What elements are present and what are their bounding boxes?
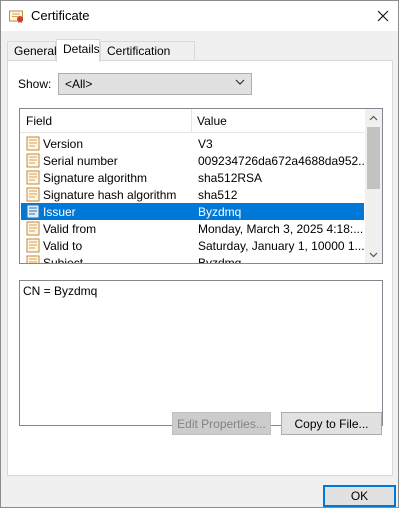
- field-value: Saturday, January 1, 10000 1...: [198, 239, 364, 253]
- column-value-header[interactable]: Value: [197, 114, 227, 128]
- list-item[interactable]: Subject Byzdmq: [21, 254, 364, 264]
- field-name: Subject: [43, 256, 84, 264]
- tab-certification-path[interactable]: Certification Path: [100, 41, 195, 72]
- field-value: 009234726da672a4688da952...: [198, 154, 364, 168]
- list-item[interactable]: Version V3: [21, 135, 364, 152]
- field-icon: [26, 238, 40, 253]
- field-name: Issuer: [43, 205, 76, 219]
- column-separator[interactable]: [191, 109, 192, 133]
- list-item-selected[interactable]: Issuer Byzdmq: [21, 203, 364, 220]
- scroll-thumb[interactable]: [367, 127, 380, 189]
- chevron-down-icon: [369, 252, 378, 257]
- tab-details[interactable]: Details: [56, 39, 100, 62]
- list-item[interactable]: Signature algorithm sha512RSA: [21, 169, 364, 186]
- field-value: Byzdmq: [198, 256, 242, 264]
- fields-listview[interactable]: Field Value Version V3 Serial number 009…: [19, 108, 383, 264]
- chevron-down-icon: [235, 79, 245, 85]
- list-item[interactable]: Signature hash algorithm sha512: [21, 186, 364, 203]
- list-item[interactable]: Valid from Monday, March 3, 2025 4:18:..…: [21, 220, 364, 237]
- vertical-scrollbar[interactable]: [365, 109, 382, 263]
- column-field-header[interactable]: Field: [26, 114, 52, 128]
- field-value: sha512: [198, 188, 238, 202]
- field-value-textbox[interactable]: CN = Byzdmq: [19, 280, 383, 426]
- window-title: Certificate: [31, 8, 90, 23]
- show-label: Show:: [18, 77, 52, 91]
- tab-general[interactable]: General: [7, 41, 57, 61]
- field-name: Signature algorithm: [43, 171, 148, 185]
- field-icon: [26, 187, 40, 202]
- details-panel: Show: <All> Field Value Version V3 Seria…: [7, 60, 393, 476]
- show-dropdown[interactable]: <All>: [58, 73, 252, 95]
- scroll-down-button[interactable]: [365, 246, 382, 263]
- field-value: sha512RSA: [198, 171, 263, 185]
- field-icon: [26, 255, 40, 263]
- ok-button[interactable]: OK: [323, 485, 396, 507]
- field-icon: [26, 136, 40, 151]
- field-value: Monday, March 3, 2025 4:18:...: [198, 222, 364, 236]
- field-name: Valid to: [43, 239, 83, 253]
- chevron-up-icon: [369, 115, 378, 120]
- title-bar: Certificate: [1, 1, 398, 31]
- field-value: Byzdmq: [198, 205, 242, 219]
- edit-properties-button[interactable]: Edit Properties...: [172, 412, 271, 435]
- scroll-up-button[interactable]: [365, 109, 382, 126]
- close-button[interactable]: [368, 1, 398, 31]
- copy-to-file-button[interactable]: Copy to File...: [281, 412, 382, 435]
- field-value: V3: [198, 137, 213, 151]
- list-item[interactable]: Serial number 009234726da672a4688da952..…: [21, 152, 364, 169]
- field-icon: [26, 204, 40, 219]
- list-item[interactable]: Valid to Saturday, January 1, 10000 1...: [21, 237, 364, 254]
- field-name: Version: [43, 137, 84, 151]
- close-icon: [377, 10, 389, 22]
- field-icon: [26, 153, 40, 168]
- field-name: Signature hash algorithm: [43, 188, 177, 202]
- show-selected-value: <All>: [65, 77, 93, 91]
- list-header: Field Value: [20, 109, 365, 133]
- field-name: Serial number: [43, 154, 118, 168]
- field-icon: [26, 170, 40, 185]
- certificate-icon: [9, 10, 23, 23]
- certificate-dialog: Certificate General Details Certificatio…: [0, 0, 399, 508]
- field-name: Valid from: [43, 222, 97, 236]
- field-icon: [26, 221, 40, 236]
